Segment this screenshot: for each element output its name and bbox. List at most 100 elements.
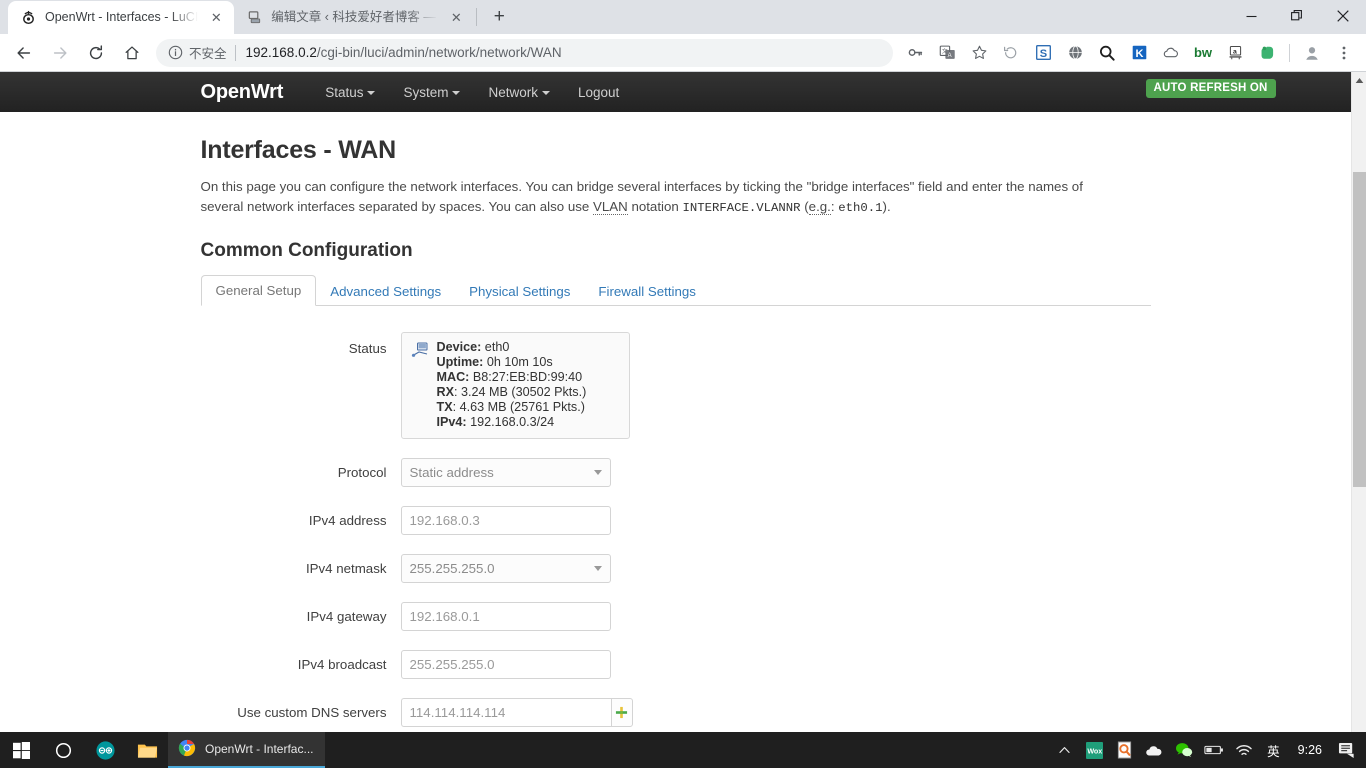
bookmark-star-icon[interactable]	[966, 40, 992, 66]
browser-tab-2-close-icon[interactable]: ✕	[446, 8, 466, 28]
user-avatar-icon[interactable]	[1299, 40, 1325, 66]
desc-part-2: notation	[628, 199, 683, 214]
onedrive-icon[interactable]	[1139, 732, 1169, 768]
plus-icon	[615, 706, 628, 719]
nav-item-logout[interactable]: Logout	[564, 85, 633, 100]
scroll-up-arrow-icon[interactable]	[1352, 72, 1366, 88]
evernote-icon[interactable]	[1254, 40, 1280, 66]
minimize-button[interactable]	[1228, 0, 1274, 32]
scrollbar-thumb[interactable]	[1353, 172, 1366, 487]
cortana-search-icon[interactable]	[42, 732, 84, 768]
wechat-icon[interactable]	[1169, 732, 1199, 768]
security-status-label: 不安全	[189, 43, 227, 62]
page-content: Interfaces - WAN On this page you can co…	[201, 112, 1151, 766]
custom-dns-input[interactable]	[401, 698, 611, 727]
tab-general-setup[interactable]: General Setup	[201, 275, 317, 306]
address-bar[interactable]: 不安全 192.168.0.2/cgi-bin/luci/admin/netwo…	[156, 39, 893, 67]
globe-icon[interactable]	[1062, 40, 1088, 66]
tab-physical-settings[interactable]: Physical Settings	[455, 277, 584, 306]
config-tabs: General Setup Advanced Settings Physical…	[201, 276, 1151, 306]
ipv4-netmask-select[interactable]: 255.255.255.0	[401, 554, 611, 583]
tab-advanced-settings[interactable]: Advanced Settings	[316, 277, 455, 306]
page-title: Interfaces - WAN	[201, 136, 1151, 165]
forward-arrow-icon[interactable]	[45, 38, 75, 68]
wox-icon[interactable]: Wox	[1079, 732, 1109, 768]
ipv4-gateway-input[interactable]	[401, 602, 611, 631]
windows-taskbar: OpenWrt - Interfac... Wox	[0, 732, 1366, 768]
openwrt-icon	[20, 10, 36, 26]
status-line-ipv4: IPv4: 192.168.0.3/24	[437, 415, 617, 430]
taskbar-app-title: OpenWrt - Interfac...	[205, 742, 313, 756]
close-button[interactable]	[1320, 0, 1366, 32]
search-magnifier-icon[interactable]	[1094, 40, 1120, 66]
ipv4-broadcast-label: IPv4 broadcast	[201, 650, 401, 679]
browser-tab-2[interactable]: 编辑文章 ‹ 科技爱好者博客 — W ✕	[234, 1, 474, 34]
ime-language-indicator[interactable]: 英	[1259, 741, 1288, 760]
nav-item-system[interactable]: System	[389, 85, 474, 100]
browser-window: OpenWrt - Interfaces - LuCI ✕ 编辑文章 ‹ 科技爱…	[0, 0, 1366, 768]
ipv4-address-input[interactable]	[401, 506, 611, 535]
interface-status-box: Device: eth0 Uptime: 0h 10m 10s MAC: B8:…	[401, 332, 630, 439]
page-viewport: OpenWrt Status System Network Logout AUT…	[0, 72, 1366, 766]
nav-item-system-label: System	[403, 85, 448, 100]
ipv4-address-field	[401, 506, 611, 535]
page-scrollbar[interactable]	[1351, 72, 1366, 766]
amazon-assistant-icon[interactable]: a	[1222, 40, 1248, 66]
status-lines: Device: eth0 Uptime: 0h 10m 10s MAC: B8:…	[412, 340, 617, 430]
translate-icon[interactable]: 文A	[934, 40, 960, 66]
omnibox-divider	[235, 45, 236, 61]
interface-vlannr-code: INTERFACE.VLANNR	[682, 201, 800, 215]
browser-tab-2-title: 编辑文章 ‹ 科技爱好者博客 — W	[271, 1, 438, 34]
back-arrow-icon[interactable]	[9, 38, 39, 68]
wifi-icon[interactable]	[1229, 732, 1259, 768]
bitwarden-icon[interactable]: bw	[1190, 40, 1216, 66]
action-center-icon[interactable]	[1332, 732, 1362, 768]
password-key-icon[interactable]	[902, 40, 928, 66]
status-value-rx: : 3.24 MB (30502 Pkts.)	[454, 385, 586, 399]
cloud-icon[interactable]	[1158, 40, 1184, 66]
browser-tab-1-close-icon[interactable]: ✕	[206, 8, 226, 28]
svg-text:S: S	[1039, 48, 1046, 60]
custom-dns-label: Use custom DNS servers	[201, 698, 401, 727]
everything-search-icon[interactable]	[1109, 732, 1139, 768]
status-line-uptime: Uptime: 0h 10m 10s	[437, 355, 617, 370]
show-hidden-icons-icon[interactable]	[1049, 732, 1079, 768]
add-dns-server-button[interactable]	[611, 698, 633, 727]
arduino-icon[interactable]	[84, 732, 126, 768]
status-value-uptime: 0h 10m 10s	[483, 355, 552, 369]
tab-separator	[476, 8, 477, 26]
nav-item-network[interactable]: Network	[474, 85, 564, 100]
ipv4-broadcast-field	[401, 650, 611, 679]
windows-start-icon[interactable]	[0, 732, 42, 768]
nav-item-status[interactable]: Status	[311, 85, 389, 100]
taskbar-clock[interactable]: 9:26	[1288, 743, 1332, 757]
ipv4-gateway-label: IPv4 gateway	[201, 602, 401, 631]
custom-dns-field	[401, 698, 633, 727]
ipv4-broadcast-input[interactable]	[401, 650, 611, 679]
three-dot-menu-icon[interactable]	[1331, 40, 1357, 66]
toolbar-separator	[1289, 44, 1290, 62]
battery-icon[interactable]	[1199, 732, 1229, 768]
reload-arrow-icon[interactable]	[81, 38, 111, 68]
file-explorer-icon[interactable]	[126, 732, 168, 768]
maximize-restore-button[interactable]	[1274, 0, 1320, 32]
tab-firewall-settings[interactable]: Firewall Settings	[584, 277, 710, 306]
svg-text:A: A	[947, 53, 951, 59]
status-value-device: eth0	[481, 340, 509, 354]
status-value-ipv4: 192.168.0.3/24	[467, 415, 555, 429]
svg-text:K: K	[1135, 48, 1143, 60]
status-key-uptime: Uptime:	[437, 355, 484, 369]
chevron-down-icon	[367, 91, 375, 95]
browser-tab-1[interactable]: OpenWrt - Interfaces - LuCI ✕	[8, 1, 234, 34]
new-tab-button[interactable]: +	[485, 3, 513, 31]
history-icon[interactable]	[998, 40, 1024, 66]
home-icon[interactable]	[117, 38, 147, 68]
kingsoft-icon[interactable]: K	[1126, 40, 1152, 66]
taskbar-app-chrome[interactable]: OpenWrt - Interfac...	[168, 732, 325, 768]
auto-refresh-badge[interactable]: AUTO REFRESH ON	[1146, 79, 1276, 98]
info-circle-icon[interactable]	[166, 44, 184, 62]
protocol-select[interactable]: Static address	[401, 458, 611, 487]
status-line-rx: RX: 3.24 MB (30502 Pkts.)	[437, 385, 617, 400]
eg-abbr: e.g.	[809, 199, 831, 215]
sogou-icon[interactable]: S	[1030, 40, 1056, 66]
